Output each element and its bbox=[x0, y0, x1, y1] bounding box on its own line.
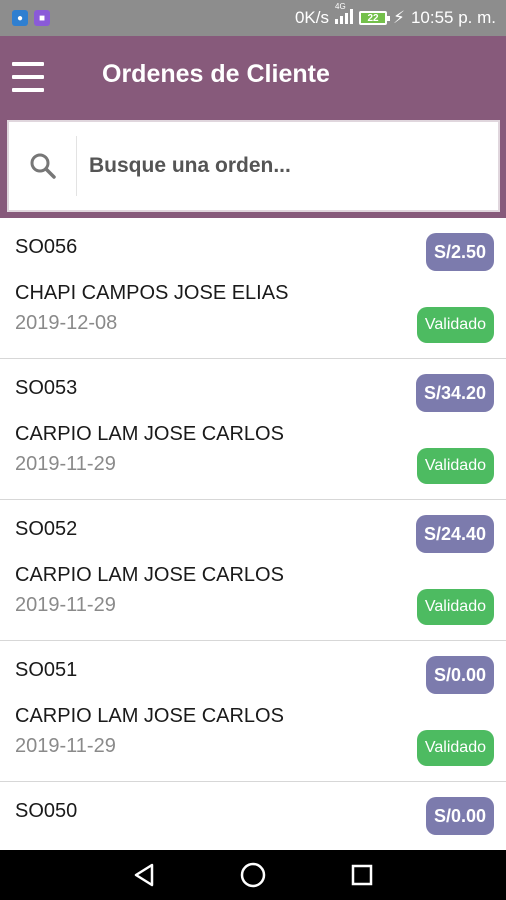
order-list-item[interactable]: SO053 S/34.20 CARPIO LAM JOSE CARLOS 201… bbox=[0, 359, 506, 500]
app-notification-icon: ■ bbox=[34, 10, 50, 26]
order-reference: SO051 bbox=[15, 659, 78, 681]
amount-badge: S/2.50 bbox=[425, 233, 494, 271]
customer-name: CARPIO LAM JOSE CARLOS bbox=[15, 705, 284, 727]
status-bar: ● ■ 0K/s 4G 22 ⚡ 10:55 p. m. bbox=[0, 0, 506, 36]
clock: 10:55 p. m. bbox=[410, 8, 496, 27]
battery-level: 22 bbox=[367, 12, 379, 24]
order-reference: SO050 bbox=[15, 800, 78, 822]
order-list-item[interactable]: SO052 S/24.40 CARPIO LAM JOSE CARLOS 201… bbox=[0, 500, 506, 641]
hamburger-icon-bar bbox=[12, 75, 44, 79]
order-list: SO056 S/2.50 CHAPI CAMPOS JOSE ELIAS 201… bbox=[0, 218, 506, 850]
order-date: 2019-12-08 bbox=[15, 312, 118, 334]
page-title: Ordenes de Cliente bbox=[102, 60, 330, 88]
order-date: 2019-11-29 bbox=[15, 735, 116, 757]
app-bar: Ordenes de Cliente bbox=[0, 36, 506, 218]
system-nav-bar bbox=[0, 850, 506, 900]
status-badge: Validado bbox=[416, 448, 494, 484]
search-box bbox=[7, 120, 500, 212]
notification-icons: ● ■ bbox=[12, 10, 50, 26]
status-indicators: 0K/s 4G 22 ⚡ 10:55 p. m. bbox=[294, 2, 496, 29]
home-icon[interactable] bbox=[233, 855, 273, 895]
network-type: 4G bbox=[335, 2, 353, 29]
search-icon[interactable] bbox=[9, 136, 77, 196]
charging-icon: ⚡ bbox=[393, 8, 405, 27]
customer-name: CHAPI CAMPOS JOSE ELIAS bbox=[15, 282, 289, 304]
amount-badge: S/24.40 bbox=[415, 515, 494, 553]
recent-apps-icon[interactable] bbox=[342, 855, 382, 895]
back-icon[interactable] bbox=[124, 855, 164, 895]
hamburger-icon-bar bbox=[12, 62, 44, 66]
order-date: 2019-11-29 bbox=[15, 453, 116, 475]
order-date: 2019-11-29 bbox=[15, 594, 116, 616]
status-badge: Validado bbox=[416, 307, 494, 343]
customer-name: CARPIO LAM JOSE CARLOS bbox=[15, 564, 284, 586]
status-badge: Validado bbox=[416, 589, 494, 625]
order-reference: SO052 bbox=[15, 518, 78, 540]
search-input[interactable] bbox=[89, 146, 469, 186]
amount-badge: S/34.20 bbox=[415, 374, 494, 412]
order-reference: SO056 bbox=[15, 236, 78, 258]
amount-badge: S/0.00 bbox=[425, 656, 494, 694]
order-list-item[interactable]: SO050 S/0.00 bbox=[0, 782, 506, 850]
hamburger-icon-bar bbox=[12, 88, 44, 92]
network-type-label: 4G bbox=[335, 1, 346, 11]
menu-button[interactable] bbox=[12, 62, 48, 92]
customer-name: CARPIO LAM JOSE CARLOS bbox=[15, 423, 284, 445]
order-list-item[interactable]: SO056 S/2.50 CHAPI CAMPOS JOSE ELIAS 201… bbox=[0, 218, 506, 359]
network-speed: 0K/s bbox=[294, 8, 329, 27]
amount-badge: S/0.00 bbox=[425, 797, 494, 835]
order-reference: SO053 bbox=[15, 377, 78, 399]
battery-icon: 22 bbox=[359, 11, 390, 25]
order-list-item[interactable]: SO051 S/0.00 CARPIO LAM JOSE CARLOS 2019… bbox=[0, 641, 506, 782]
status-badge: Validado bbox=[416, 730, 494, 766]
location-notification-icon: ● bbox=[12, 10, 28, 26]
